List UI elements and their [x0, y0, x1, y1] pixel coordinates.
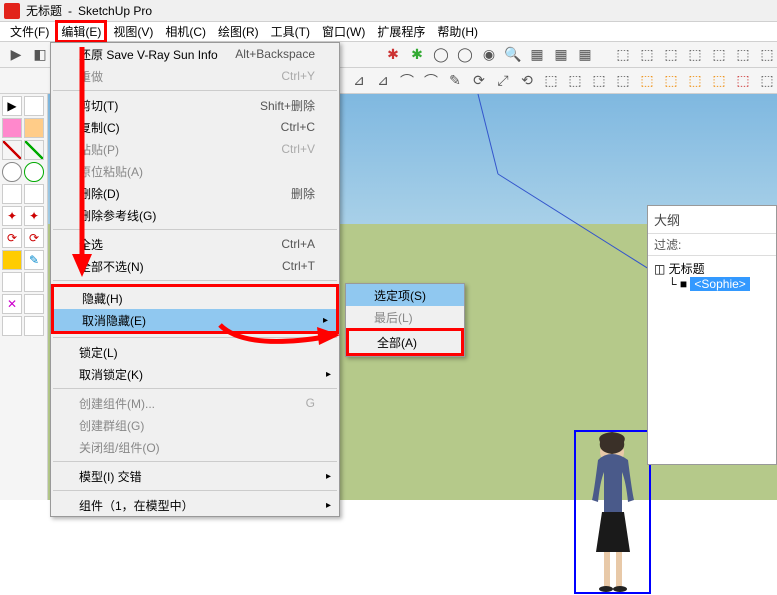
toolbar-icon[interactable]: ▦	[551, 45, 571, 65]
side-view-icon[interactable]: ⬚	[685, 45, 705, 65]
menu-make-group[interactable]: 创建群组(G)	[51, 414, 339, 436]
title-untitled: 无标题	[26, 2, 62, 19]
toolbar-icon[interactable]: ⟳	[469, 71, 489, 91]
menu-unlock[interactable]: 取消锁定(K)	[51, 363, 339, 385]
toolbar-icon[interactable]: ⟲	[517, 71, 537, 91]
move-icon[interactable]: ✦	[24, 206, 44, 226]
outliner-filter[interactable]: 过滤:	[648, 233, 776, 256]
toolbar-icon[interactable]: ⤢	[493, 71, 513, 91]
toolbar-icon[interactable]: ◯	[455, 45, 475, 65]
separator	[53, 461, 337, 462]
toolbar-icon[interactable]: ⌒	[397, 71, 417, 91]
toolbar-icon[interactable]: ⌒	[421, 71, 441, 91]
toolbar-icon[interactable]: ✎	[445, 71, 465, 91]
menu-window[interactable]: 窗口(W)	[316, 21, 371, 42]
left-toolbar: ▶ ✦ ✦ ⟳ ⟳ ✎ ✕	[0, 94, 48, 500]
front-view-icon[interactable]: ⬚	[661, 45, 681, 65]
toolbar-icon[interactable]: ◯	[431, 45, 451, 65]
annotation-arrow-right	[215, 315, 345, 358]
human-figure[interactable]	[576, 432, 649, 592]
circle-icon[interactable]	[24, 162, 44, 182]
line-icon[interactable]	[2, 140, 22, 160]
outliner-title: 大纲	[648, 206, 776, 233]
separator	[53, 490, 337, 491]
submenu-last[interactable]: 最后(L)	[346, 306, 464, 328]
toolbar-icon[interactable]: ⬚	[589, 71, 609, 91]
view-icon[interactable]: ⬚	[709, 45, 729, 65]
outliner-tree[interactable]: ◫ 无标题 └ ■ <Sophie>	[648, 256, 776, 295]
menu-edit[interactable]: 编辑(E)	[55, 20, 107, 43]
menu-close-component[interactable]: 关闭组/组件(O)	[51, 436, 339, 458]
view-icon[interactable]: ⬚	[733, 45, 753, 65]
tool-icon[interactable]: ✕	[2, 294, 22, 314]
toolbar-icon[interactable]: ⊿	[373, 71, 393, 91]
toolbar-icon[interactable]: ✱	[407, 45, 427, 65]
menu-bar: 文件(F) 编辑(E) 视图(V) 相机(C) 绘图(R) 工具(T) 窗口(W…	[0, 22, 777, 42]
line-icon[interactable]	[24, 140, 44, 160]
submenu-all[interactable]: 全部(A)	[349, 331, 461, 353]
annotation-arrow-down	[62, 42, 102, 285]
menu-make-component[interactable]: 创建组件(M)...G	[51, 392, 339, 414]
unhide-submenu: 选定项(S) 最后(L) 全部(A)	[345, 283, 465, 357]
toolbar-icon[interactable]: ⬚	[757, 71, 777, 91]
title-app: SketchUp Pro	[78, 4, 152, 18]
tape-icon[interactable]	[2, 250, 22, 270]
tool-icon[interactable]	[2, 316, 22, 336]
toolbar-icon[interactable]: ⬚	[541, 71, 561, 91]
tool-icon[interactable]	[24, 316, 44, 336]
tool-icon[interactable]	[24, 294, 44, 314]
toolbar-icon[interactable]: ⬚	[709, 71, 729, 91]
app-icon	[4, 3, 20, 19]
toolbar-icon[interactable]: ◉	[479, 45, 499, 65]
toolbar-icon[interactable]: ⊿	[349, 71, 369, 91]
tool-icon[interactable]	[24, 118, 44, 138]
menu-intersect[interactable]: 模型(I) 交错	[51, 465, 339, 487]
toolbar-icon[interactable]: ◧	[30, 45, 50, 65]
submenu-selected[interactable]: 选定项(S)	[346, 284, 464, 306]
toolbar-icon[interactable]: ⬚	[733, 71, 753, 91]
toolbar-icon[interactable]: ⬚	[637, 71, 657, 91]
toolbar-icon[interactable]: ⬚	[685, 71, 705, 91]
outliner-panel: 大纲 过滤: ◫ 无标题 └ ■ <Sophie>	[647, 205, 777, 465]
outliner-item[interactable]: └ ■ <Sophie>	[654, 277, 770, 291]
tool-icon[interactable]	[24, 96, 44, 116]
eraser-icon[interactable]	[2, 118, 22, 138]
toolbar-icon[interactable]: ▦	[575, 45, 595, 65]
menu-file[interactable]: 文件(F)	[4, 21, 55, 42]
zoom-in-icon[interactable]: 🔍	[503, 45, 523, 65]
arc-icon[interactable]	[24, 184, 44, 204]
outliner-root[interactable]: ◫ 无标题	[654, 260, 770, 277]
tool-icon[interactable]	[2, 272, 22, 292]
toolbar-icon[interactable]: ⬚	[661, 71, 681, 91]
toolbar-icon[interactable]: ✱	[383, 45, 403, 65]
highlight-all: 全部(A)	[346, 328, 464, 356]
toolbar-icon[interactable]: ⬚	[565, 71, 585, 91]
arc-icon[interactable]	[2, 184, 22, 204]
menu-view[interactable]: 视图(V)	[107, 21, 159, 42]
menu-hide[interactable]: 隐藏(H)	[54, 287, 336, 309]
top-view-icon[interactable]: ⬚	[637, 45, 657, 65]
circle-icon[interactable]	[2, 162, 22, 182]
menu-tools[interactable]: 工具(T)	[265, 21, 316, 42]
select-icon[interactable]: ▶	[2, 96, 22, 116]
toolbar-icon[interactable]: ⬚	[613, 71, 633, 91]
toolbar-icon[interactable]: ▦	[527, 45, 547, 65]
menu-extensions[interactable]: 扩展程序	[371, 21, 431, 42]
tool-icon[interactable]	[24, 272, 44, 292]
separator	[53, 388, 337, 389]
iso-view-icon[interactable]: ⬚	[613, 45, 633, 65]
rotate-icon[interactable]: ⟳	[2, 228, 22, 248]
rotate-icon[interactable]: ⟳	[24, 228, 44, 248]
selection-box	[574, 430, 651, 594]
view-icon[interactable]: ⬚	[757, 45, 777, 65]
tool-icon[interactable]: ✎	[24, 250, 44, 270]
menu-draw[interactable]: 绘图(R)	[212, 21, 265, 42]
menu-help[interactable]: 帮助(H)	[431, 21, 484, 42]
title-bar: 无标题 - SketchUp Pro	[0, 0, 777, 22]
select-tool-icon[interactable]: ▶	[6, 45, 26, 65]
move-icon[interactable]: ✦	[2, 206, 22, 226]
menu-component-instance[interactable]: 组件（1，在模型中）	[51, 494, 339, 516]
menu-camera[interactable]: 相机(C)	[159, 21, 212, 42]
